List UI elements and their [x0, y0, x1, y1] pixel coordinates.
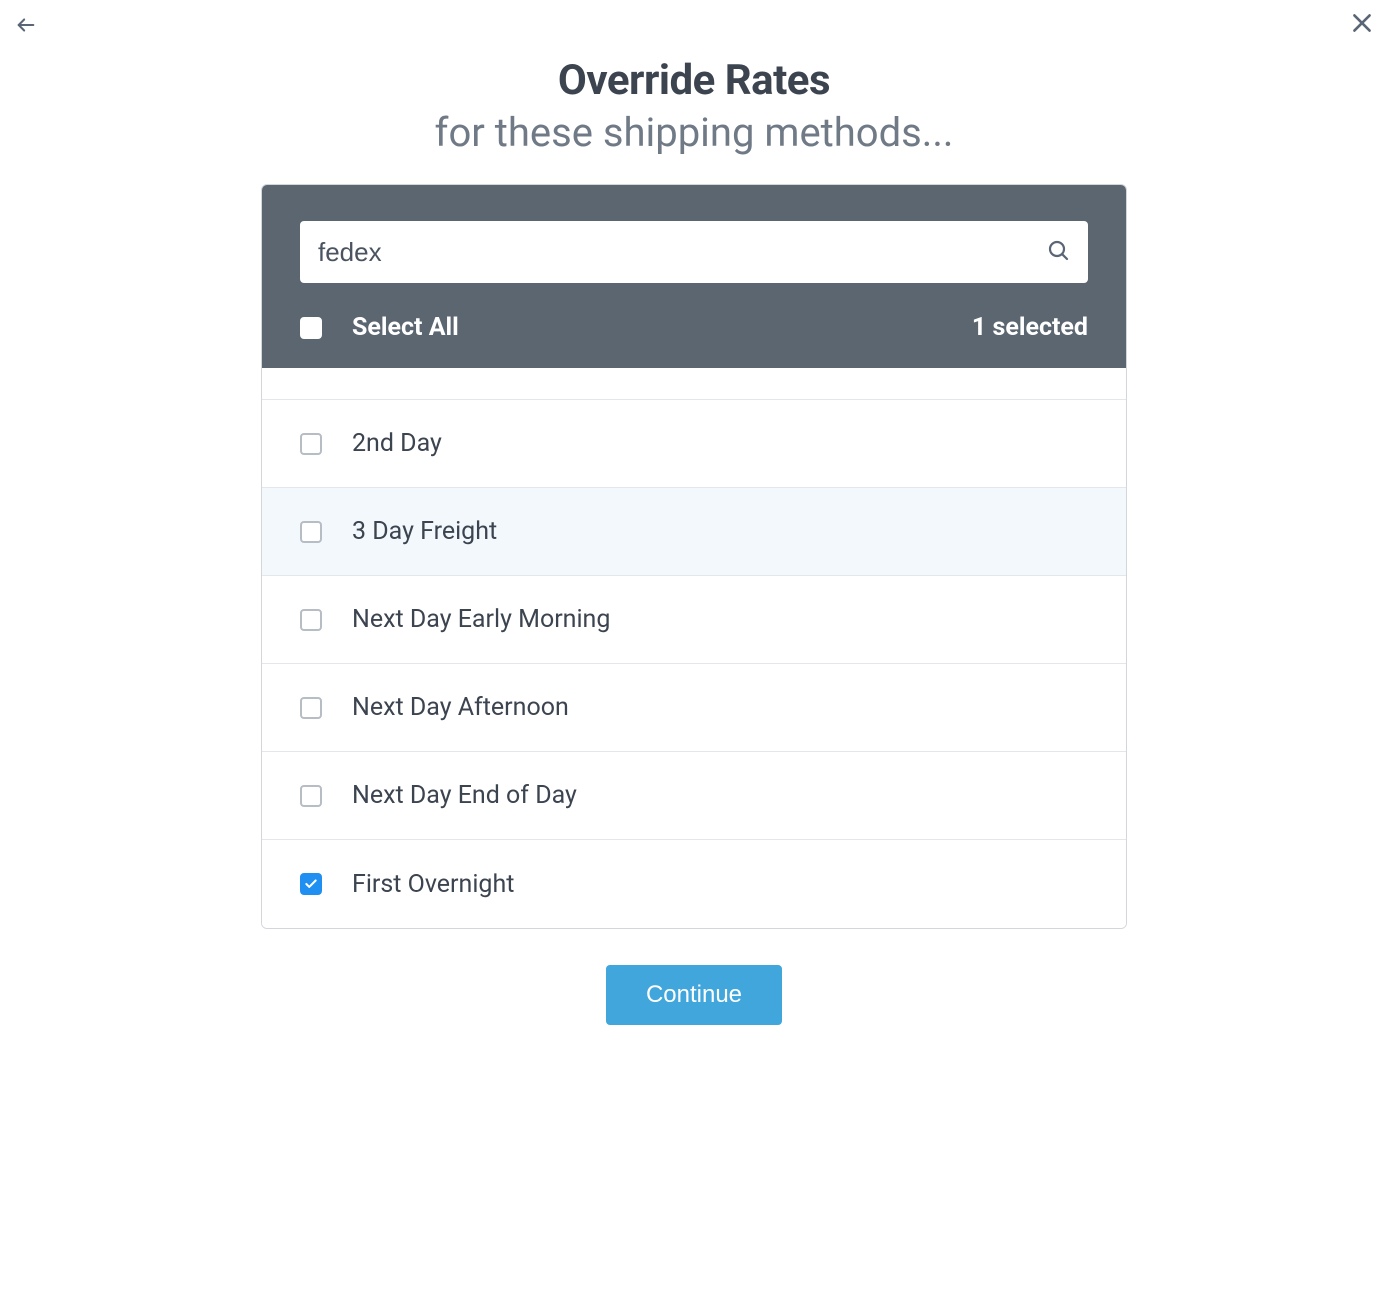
- row-label: 3 Day Freight: [352, 517, 497, 546]
- list-item[interactable]: 3 Day Freight: [262, 488, 1126, 576]
- close-icon: [1349, 10, 1375, 39]
- panel-header: Select All 1 selected: [262, 185, 1126, 368]
- arrow-left-icon: [15, 14, 37, 39]
- search-icon: [1046, 238, 1070, 266]
- select-all-checkbox[interactable]: [300, 317, 322, 339]
- page-title: Override Rates: [0, 56, 1388, 105]
- methods-picker-panel: Select All 1 selected Ground 2nd Day 3 Day…: [261, 184, 1127, 929]
- select-all-label: Select All: [352, 313, 972, 342]
- row-label: First Overnight: [352, 870, 514, 899]
- list-item[interactable]: 2nd Day: [262, 400, 1126, 488]
- row-label: Next Day End of Day: [352, 781, 577, 810]
- shipping-methods-list[interactable]: Ground 2nd Day 3 Day Freight Next Day Early…: [262, 368, 1126, 928]
- row-checkbox[interactable]: [300, 873, 322, 895]
- continue-button[interactable]: Continue: [606, 965, 782, 1025]
- row-label: Next Day Early Morning: [352, 605, 610, 634]
- list-item[interactable]: Next Day Early Morning: [262, 576, 1126, 664]
- select-all-row: Select All 1 selected: [300, 313, 1088, 342]
- row-label: Ground: [352, 368, 433, 370]
- back-button[interactable]: [12, 12, 40, 40]
- selected-count: 1 selected: [972, 313, 1088, 342]
- row-checkbox[interactable]: [300, 521, 322, 543]
- row-checkbox[interactable]: [300, 697, 322, 719]
- search-field: [300, 221, 1088, 283]
- row-checkbox[interactable]: [300, 433, 322, 455]
- page-subtitle: for these shipping methods...: [0, 109, 1388, 156]
- list-item[interactable]: Next Day Afternoon: [262, 664, 1126, 752]
- search-input[interactable]: [300, 221, 1088, 283]
- row-label: Next Day Afternoon: [352, 693, 569, 722]
- row-checkbox[interactable]: [300, 785, 322, 807]
- list-item[interactable]: First Overnight: [262, 840, 1126, 928]
- row-checkbox[interactable]: [300, 609, 322, 631]
- list-item[interactable]: Ground: [262, 368, 1126, 400]
- row-label: 2nd Day: [352, 429, 442, 458]
- list-item[interactable]: Next Day End of Day: [262, 752, 1126, 840]
- modal-header: Override Rates for these shipping method…: [0, 0, 1388, 156]
- close-button[interactable]: [1346, 8, 1378, 40]
